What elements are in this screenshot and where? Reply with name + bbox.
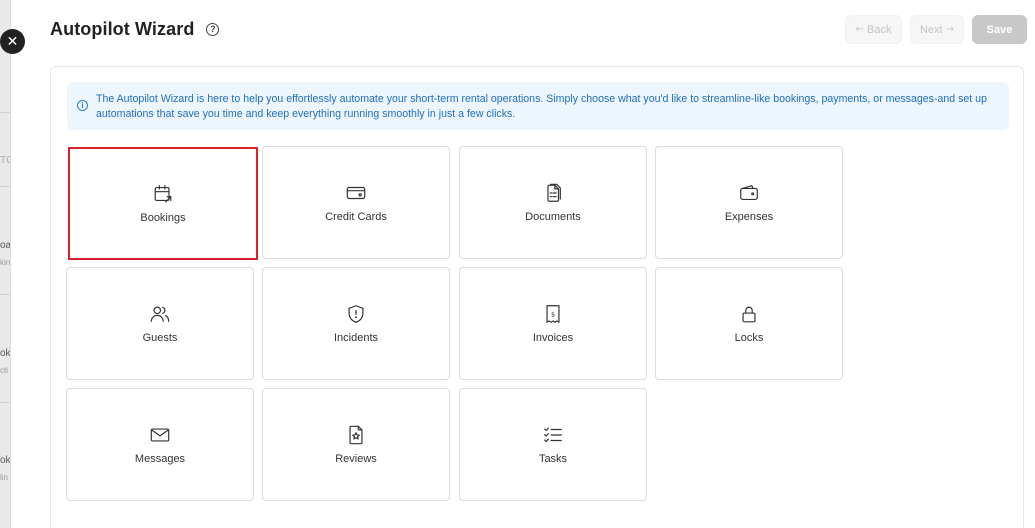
category-label: Locks	[734, 332, 764, 344]
next-button[interactable]: Next →	[910, 15, 964, 44]
category-card-tasks[interactable]: Tasks	[459, 388, 647, 501]
category-label: Reviews	[335, 453, 377, 465]
category-card-bookings[interactable]: Bookings	[68, 147, 258, 260]
arrow-right-icon: →	[945, 24, 955, 35]
category-label: Expenses	[724, 211, 774, 223]
category-label: Messages	[134, 453, 186, 465]
category-card-messages[interactable]: Messages	[66, 388, 254, 501]
category-label: Guests	[142, 332, 178, 344]
back-label: Back	[866, 23, 892, 36]
documents-icon	[547, 183, 561, 202]
bg-text: lin	[0, 473, 9, 482]
svg-text:$: $	[551, 310, 555, 318]
modal-header: Autopilot Wizard ?	[50, 19, 220, 40]
users-icon	[150, 306, 170, 322]
category-label: Tasks	[538, 453, 568, 465]
info-icon: i	[77, 100, 88, 111]
category-card-locks[interactable]: Locks	[655, 267, 843, 380]
background-page: TC oa kin ok cti ok lin	[0, 0, 11, 528]
category-card-invoices[interactable]: $ Invoices	[459, 267, 647, 380]
mail-icon	[150, 428, 170, 442]
shield-alert-icon	[348, 305, 364, 323]
bg-divider	[0, 402, 10, 403]
bg-divider	[0, 112, 10, 113]
receipt-icon: $	[546, 305, 560, 323]
bg-text: ok	[0, 455, 11, 466]
wizard-panel: i The Autopilot Wizard is here to help y…	[50, 66, 1024, 528]
back-button[interactable]: ← Back	[845, 15, 902, 44]
calendar-arrow-icon	[154, 185, 172, 203]
category-label: Invoices	[532, 332, 574, 344]
info-text: The Autopilot Wizard is here to help you…	[96, 93, 987, 120]
next-label: Next	[919, 23, 943, 36]
category-label: Credit Cards	[325, 211, 387, 223]
category-label: Bookings	[140, 212, 186, 224]
arrow-left-icon: ←	[855, 24, 864, 35]
wizard-actions: ← Back Next → Save	[845, 15, 1027, 44]
lock-icon	[742, 306, 756, 323]
category-label: Documents	[525, 211, 581, 223]
close-button[interactable]: ✕	[0, 29, 25, 54]
page-title: Autopilot Wizard	[50, 19, 195, 39]
help-icon[interactable]: ?	[206, 23, 220, 36]
category-card-documents[interactable]: Documents	[459, 146, 647, 259]
bg-text: kin	[0, 258, 11, 267]
category-card-reviews[interactable]: Reviews	[262, 388, 450, 501]
close-icon: ✕	[6, 33, 19, 50]
bg-text: oa	[0, 240, 11, 251]
bg-divider	[0, 186, 10, 187]
bg-text: cti	[0, 366, 8, 375]
category-card-credit-cards[interactable]: Credit Cards	[262, 146, 450, 259]
category-card-guests[interactable]: Guests	[66, 267, 254, 380]
category-card-incidents[interactable]: Incidents	[262, 267, 450, 380]
bg-divider	[0, 294, 10, 295]
wallet-icon	[740, 185, 758, 201]
star-file-icon	[349, 425, 363, 445]
save-button[interactable]: Save	[972, 15, 1027, 44]
checklist-icon	[544, 427, 562, 443]
category-card-expenses[interactable]: Expenses	[655, 146, 843, 259]
credit-card-icon	[346, 186, 366, 200]
category-label: Incidents	[333, 332, 379, 344]
bg-text: ok	[0, 348, 11, 359]
info-banner: i The Autopilot Wizard is here to help y…	[67, 82, 1009, 130]
bg-text: TC	[0, 155, 10, 166]
